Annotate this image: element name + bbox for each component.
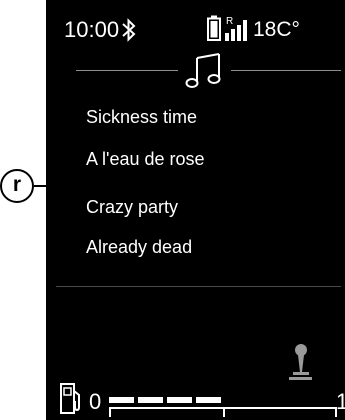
dashboard-screen: 10:00 R 18C° Sickness time A l'eau de ro… (46, 0, 345, 420)
track-item[interactable]: Already dead (86, 236, 192, 258)
fuel-gauge-segment (167, 397, 192, 403)
fuel-gauge-segment (196, 397, 221, 403)
bluetooth-icon (122, 18, 136, 42)
callout-label: r (12, 173, 22, 196)
header-divider-right (231, 70, 341, 71)
fuel-empty-label: 0 (89, 389, 102, 414)
clock-time: 10:00 (64, 17, 120, 42)
phone-battery-icon (207, 15, 221, 41)
fuel-gauge (109, 397, 337, 417)
music-note-icon (185, 53, 221, 88)
fuel-full-label: 1 (336, 389, 345, 414)
outside-temperature: 18C° (253, 18, 300, 41)
fuel-gauge-segment (109, 397, 134, 403)
header-divider-left (76, 70, 178, 71)
fuel-gauge-tick (223, 407, 225, 417)
roaming-signal-icon: R (225, 16, 247, 41)
roaming-indicator: R (226, 16, 233, 27)
track-item[interactable]: Sickness time (86, 106, 197, 128)
track-item[interactable]: Crazy party (86, 196, 178, 218)
fuel-gauge-segment (138, 397, 163, 403)
list-divider-bottom (56, 286, 341, 287)
callout-leader-line (34, 185, 80, 187)
fuel-gauge-tick (109, 407, 111, 417)
track-item[interactable]: A l'eau de rose (86, 148, 205, 170)
fuel-pump-icon (60, 383, 80, 414)
gear-lever-icon (289, 344, 312, 380)
